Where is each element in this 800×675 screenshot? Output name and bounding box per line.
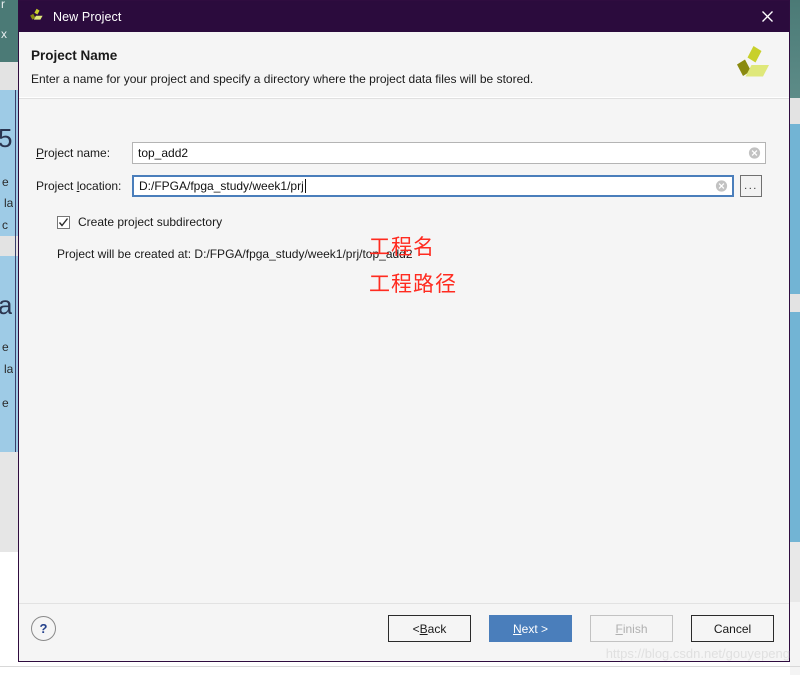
- text-caret: [304, 179, 306, 193]
- dialog-button-bar: < Back Next > Finish Cancel: [388, 615, 774, 642]
- finish-button-post: inish: [622, 621, 648, 636]
- background-panel-blue-right-1: [790, 124, 800, 294]
- dialog-title: New Project: [53, 9, 122, 24]
- back-button-post: ack: [427, 621, 447, 636]
- background-text-fragment: e: [2, 175, 9, 189]
- close-icon[interactable]: [745, 1, 789, 32]
- background-text-fragment: e: [2, 340, 9, 354]
- create-project-subdirectory-label: Create project subdirectory: [78, 215, 223, 229]
- background-text-fragment: e: [2, 396, 9, 410]
- dialog-footer: ? < Back Next > Finish Cancel: [19, 603, 789, 661]
- browse-directory-button[interactable]: ...: [740, 175, 762, 197]
- create-project-subdirectory-checkbox[interactable]: Create project subdirectory: [57, 215, 222, 229]
- vivado-logo-icon: [28, 8, 45, 25]
- project-location-value: D:/FPGA/fpga_study/week1/prj: [139, 179, 304, 193]
- background-text-fragment: la: [4, 362, 14, 376]
- background-text-fragment: a: [0, 290, 13, 320]
- project-name-value: top_add2: [138, 146, 189, 160]
- project-name-label: Project name:: [36, 146, 132, 160]
- project-name-label-accel: P: [36, 146, 45, 160]
- back-button[interactable]: < Back: [388, 615, 471, 642]
- project-name-input[interactable]: top_add2: [132, 142, 766, 164]
- background-divider-bottom: [0, 666, 800, 667]
- annotation-project-name: 工程名: [369, 235, 435, 259]
- background-text-fragment: r: [1, 0, 5, 11]
- clear-circle-x-icon[interactable]: [715, 180, 728, 193]
- question-mark-icon[interactable]: ?: [31, 616, 56, 641]
- project-name-row: Project name: top_add2: [19, 142, 789, 164]
- next-button-accel: N: [512, 621, 522, 636]
- cancel-button[interactable]: Cancel: [691, 615, 774, 642]
- background-text-fragment: la: [4, 196, 14, 210]
- next-button-post: ext >: [521, 621, 549, 636]
- background-text-fragment: 5: [0, 123, 13, 153]
- clear-circle-x-icon[interactable]: [748, 147, 761, 160]
- next-button[interactable]: Next >: [489, 615, 572, 642]
- page-title: Project Name: [31, 48, 118, 63]
- background-panel-gray-right-3: [790, 542, 800, 602]
- project-name-label-rest: roject name:: [44, 146, 111, 160]
- background-text-fragment: x: [1, 27, 7, 41]
- project-location-label-pre: Project: [36, 179, 77, 193]
- project-location-row: Project location: D:/FPGA/fpga_study/wee…: [19, 175, 789, 197]
- background-panel-gray-left-3: [0, 452, 18, 552]
- finish-button: Finish: [590, 615, 673, 642]
- dialog-body: Project name: top_add2 Project location:…: [19, 98, 789, 603]
- cancel-button-post: Cancel: [713, 621, 752, 636]
- back-button-accel: B: [419, 621, 428, 636]
- background-panel-gray-right-1: [790, 98, 800, 124]
- project-location-input[interactable]: D:/FPGA/fpga_study/week1/prj: [132, 175, 734, 197]
- new-project-dialog: New Project Project Name Enter a name fo…: [18, 0, 790, 662]
- background-panel-white-right: [790, 602, 800, 675]
- background-divider-left: [15, 90, 16, 452]
- checkmark-icon[interactable]: [57, 215, 70, 229]
- back-button-pre: <: [412, 621, 420, 636]
- background-panel-blue-right-2: [790, 312, 800, 542]
- dialog-header: Project Name Enter a name for your proje…: [19, 32, 789, 98]
- page-subtitle: Enter a name for your project and specif…: [31, 72, 534, 86]
- vivado-logo-icon: [732, 44, 774, 90]
- project-created-at-text: Project will be created at: D:/FPGA/fpga…: [57, 247, 413, 261]
- background-panel-gray-right-2: [790, 294, 800, 312]
- annotation-project-path: 工程路径: [369, 272, 457, 296]
- background-text-fragment: c: [2, 218, 8, 232]
- dialog-title-bar[interactable]: New Project: [19, 1, 789, 32]
- background-panel-teal-right: [790, 0, 800, 98]
- project-location-label-rest: ocation:: [79, 179, 122, 193]
- finish-button-accel: F: [615, 621, 623, 636]
- project-location-label: Project location:: [36, 179, 132, 193]
- background-panel-gray-left-1: [0, 62, 18, 90]
